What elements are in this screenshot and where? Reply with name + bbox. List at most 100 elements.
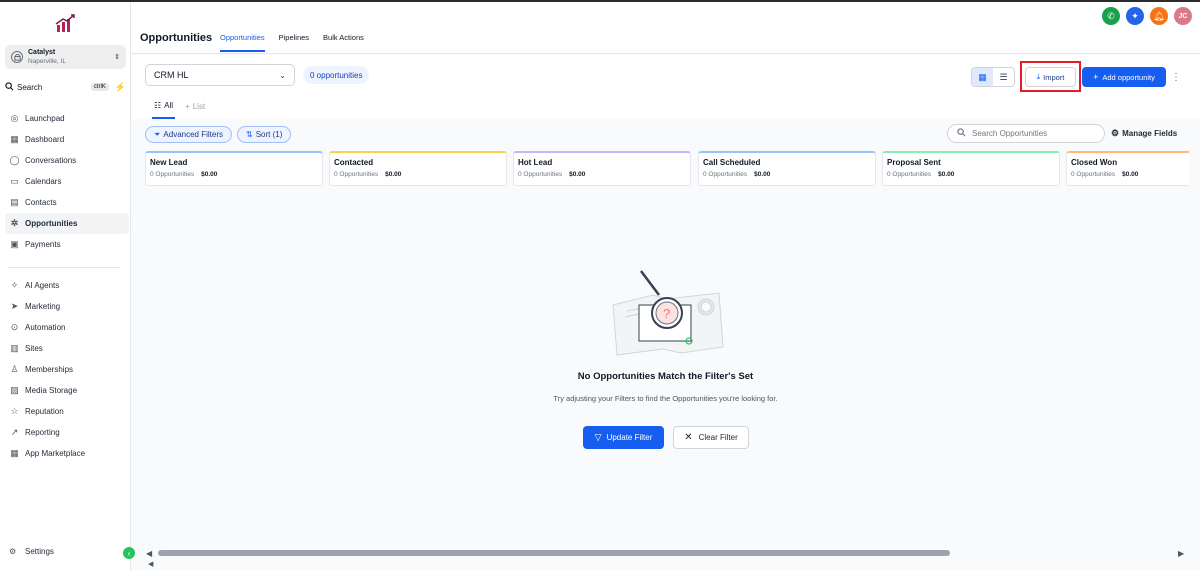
clear-filter-button[interactable]: ✕ Clear Filter bbox=[673, 426, 749, 449]
stage-name: Proposal Sent bbox=[887, 158, 941, 167]
tab-bulk-actions[interactable]: Bulk Actions bbox=[323, 33, 364, 52]
scroll-down-icon[interactable]: ◀ bbox=[148, 560, 153, 568]
tab-pipelines[interactable]: Pipelines bbox=[279, 33, 309, 52]
sidebar-search[interactable]: Search ctrlK ⚡ bbox=[5, 79, 126, 95]
stage-column[interactable]: Hot Lead 0 Opportunities $0.00 bbox=[513, 151, 691, 186]
sidebar-item-automation[interactable]: ⊙ Automation bbox=[5, 317, 129, 338]
manage-fields-button[interactable]: ⚙ Manage Fields bbox=[1111, 128, 1177, 139]
media-storage-icon: ▨ bbox=[10, 385, 19, 395]
empty-state-title: No Opportunities Match the Filter's Set bbox=[577, 371, 754, 382]
add-opportunity-button[interactable]: + Add opportunity bbox=[1082, 67, 1166, 87]
filter-icon: ⏷ bbox=[154, 129, 161, 139]
avatar[interactable]: JC bbox=[1174, 7, 1192, 25]
account-switcher[interactable]: Catalyst Naperville, IL ⇕ bbox=[5, 45, 126, 69]
pipeline-stages: New Lead 0 Opportunities $0.00 Contacted … bbox=[145, 151, 1189, 186]
close-icon: ✕ bbox=[684, 432, 693, 443]
main-content: Opportunities Opportunities Pipelines Bu… bbox=[131, 2, 1200, 570]
sidebar-item-payments[interactable]: ▣ Payments bbox=[5, 234, 129, 255]
stage-amount: $0.00 bbox=[754, 171, 771, 178]
more-options-icon[interactable]: ⋮ bbox=[1171, 68, 1181, 86]
sidebar-item-dashboard[interactable]: ▦ Dashboard bbox=[5, 129, 129, 150]
sidebar-item-contacts[interactable]: ▤ Contacts bbox=[5, 192, 129, 213]
opportunities-icon: ✲ bbox=[10, 218, 19, 228]
sidebar-item-settings[interactable]: ⚙ Settings bbox=[9, 547, 54, 556]
tab-opportunities[interactable]: Opportunities bbox=[220, 33, 265, 52]
stage-amount: $0.00 bbox=[938, 171, 955, 178]
sidebar-item-reputation[interactable]: ☆ Reputation bbox=[5, 401, 129, 422]
horizontal-scrollbar[interactable]: ◀ ▶ bbox=[146, 548, 1186, 558]
subtab-add-list[interactable]: + List bbox=[183, 101, 207, 119]
scroll-right-icon[interactable]: ▶ bbox=[1178, 549, 1186, 558]
sidebar-item-conversations[interactable]: ◯ Conversations bbox=[5, 150, 129, 171]
sidebar-item-app-marketplace[interactable]: ▦ App Marketplace bbox=[5, 443, 129, 464]
account-name: Catalyst bbox=[28, 49, 56, 56]
automation-icon: ⊙ bbox=[10, 322, 19, 332]
sidebar-item-launchpad[interactable]: ◎ Launchpad bbox=[5, 108, 129, 129]
stage-name: Call Scheduled bbox=[703, 158, 761, 167]
header-actions: ✆ ✦ 🔔︎ JC bbox=[1096, 7, 1192, 25]
search-label: Search bbox=[17, 82, 43, 92]
app-marketplace-icon: ▦ bbox=[10, 448, 19, 458]
chevron-up-down-icon: ⇕ bbox=[114, 54, 120, 61]
scrollbar-track[interactable] bbox=[158, 550, 1174, 556]
payments-icon: ▣ bbox=[10, 239, 19, 249]
stage-name: Closed Won bbox=[1071, 158, 1118, 167]
reporting-icon: ↗ bbox=[10, 427, 19, 437]
header-tabs: Opportunities Pipelines Bulk Actions bbox=[220, 33, 378, 52]
plus-icon: + bbox=[185, 102, 190, 111]
ai-agents-icon: ✧ bbox=[10, 280, 19, 290]
chevron-left-icon: ‹ bbox=[127, 548, 131, 558]
subtab-all[interactable]: ☷ All bbox=[152, 101, 176, 119]
stage-amount: $0.00 bbox=[385, 171, 402, 178]
calendar-icon: ▭ bbox=[10, 176, 19, 186]
view-subtabs: ☷ All + List bbox=[152, 101, 215, 119]
sidebar-item-reporting[interactable]: ↗ Reporting bbox=[5, 422, 129, 443]
board-view-icon[interactable]: ▦ bbox=[972, 68, 993, 86]
gear-icon: ⚙ bbox=[1111, 128, 1120, 138]
search-input[interactable] bbox=[972, 129, 1102, 138]
lightning-icon[interactable]: ⚡ bbox=[115, 82, 126, 93]
stage-column[interactable]: Contacted 0 Opportunities $0.00 bbox=[329, 151, 507, 186]
sparkle-icon[interactable]: ✦ bbox=[1126, 7, 1144, 25]
sidebar-item-sites[interactable]: ▥ Sites bbox=[5, 338, 129, 359]
sidebar-item-ai-agents[interactable]: ✧ AI Agents bbox=[5, 275, 129, 296]
opportunities-toolbar: CRM HL ⌄ 0 opportunities ▦ ☰ ⤓ Import + … bbox=[131, 55, 1200, 119]
sort-icon: ⇅ bbox=[246, 130, 253, 139]
memberships-icon: ♙ bbox=[10, 364, 19, 374]
empty-search-illustration: ? bbox=[612, 270, 724, 356]
search-icon bbox=[957, 128, 966, 139]
sort-button[interactable]: ⇅ Sort (1) bbox=[237, 126, 292, 143]
stage-column[interactable]: New Lead 0 Opportunities $0.00 bbox=[145, 151, 323, 186]
sidebar-item-memberships[interactable]: ♙ Memberships bbox=[5, 359, 129, 380]
search-icon bbox=[5, 81, 15, 93]
collapse-sidebar-button[interactable]: ‹ bbox=[123, 547, 135, 559]
pipeline-select-value: CRM HL bbox=[154, 70, 189, 80]
sidebar-item-opportunities[interactable]: ✲ Opportunities bbox=[5, 213, 129, 234]
sidebar-item-media-storage[interactable]: ▨ Media Storage bbox=[5, 380, 129, 401]
advanced-filters-button[interactable]: ⏷ Advanced Filters bbox=[145, 126, 232, 143]
update-filter-button[interactable]: ▽ Update Filter bbox=[583, 426, 664, 449]
sidebar-nav-secondary: ✧ AI Agents ➤ Marketing ⊙ Automation ▥ Sites… bbox=[5, 275, 129, 464]
pipeline-select[interactable]: CRM HL ⌄ bbox=[145, 64, 295, 86]
scrollbar-thumb[interactable] bbox=[158, 550, 951, 556]
stage-column[interactable]: Proposal Sent 0 Opportunities $0.00 bbox=[882, 151, 1060, 186]
bell-icon[interactable]: 🔔︎ bbox=[1150, 7, 1168, 25]
dashboard-icon: ▦ bbox=[10, 134, 19, 144]
marketing-icon: ➤ bbox=[10, 301, 19, 311]
app-logo[interactable] bbox=[54, 12, 76, 34]
stage-count: 0 Opportunities bbox=[150, 171, 195, 178]
list-view-icon[interactable]: ☰ bbox=[993, 68, 1014, 86]
stage-count: 0 Opportunities bbox=[518, 171, 563, 178]
sidebar: Catalyst Naperville, IL ⇕ Search ctrlK ⚡… bbox=[0, 2, 131, 570]
sidebar-item-marketing[interactable]: ➤ Marketing bbox=[5, 296, 129, 317]
opportunities-search[interactable] bbox=[947, 124, 1105, 143]
stage-column[interactable]: Closed Won 0 Opportunities $0.00 bbox=[1066, 151, 1189, 186]
sidebar-divider bbox=[8, 267, 120, 268]
filter-bar: ⏷ Advanced Filters ⇅ Sort (1) bbox=[145, 126, 296, 143]
sidebar-item-calendars[interactable]: ▭ Calendars bbox=[5, 171, 129, 192]
conversations-icon: ◯ bbox=[9, 155, 20, 165]
scroll-left-icon[interactable]: ◀ bbox=[146, 549, 154, 558]
list-icon: ☷ bbox=[154, 101, 162, 110]
stage-column[interactable]: Call Scheduled 0 Opportunities $0.00 bbox=[698, 151, 876, 186]
phone-icon[interactable]: ✆ bbox=[1102, 7, 1120, 25]
